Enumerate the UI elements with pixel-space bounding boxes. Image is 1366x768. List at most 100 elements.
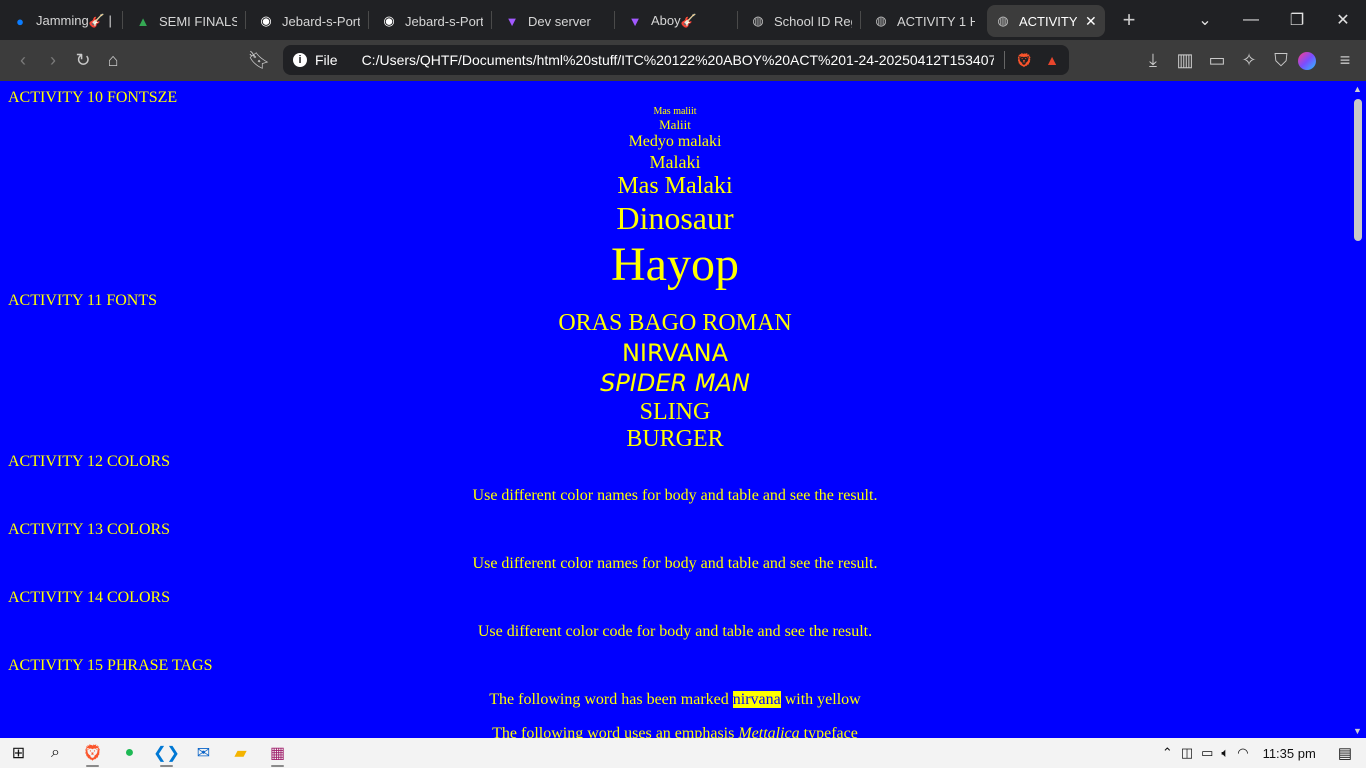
brave-icon[interactable]: 🦁︎ [74, 738, 111, 768]
close-window-button[interactable]: ✕ [1320, 10, 1366, 30]
camera-icon[interactable]: ◫ [1181, 745, 1193, 761]
sidebar-icon[interactable]: ▥ [1170, 50, 1200, 71]
em-word: Mettalica [738, 725, 800, 738]
tab-divider [737, 11, 738, 29]
messenger-icon: ● [16, 13, 24, 29]
spotify-icon[interactable]: ● [111, 738, 148, 768]
vpn-shield-icon[interactable]: ⛉ [1266, 50, 1296, 71]
tab-dev-server[interactable]: ▼ Dev server [496, 5, 614, 37]
info-icon[interactable]: i [293, 53, 307, 67]
forward-icon[interactable]: › [38, 50, 68, 71]
close-tab-icon[interactable]: ✕ [1085, 13, 1097, 30]
brave-rewards-icon[interactable]: ▲ [1045, 52, 1059, 68]
brave-shields-icon[interactable]: 🦁︎ [1015, 52, 1033, 69]
font-text-2: NIRVANA [621, 339, 729, 367]
marked-sentence: The following word has been marked nirva… [0, 691, 1350, 709]
page-content: ACTIVITY 10 FONTSZE Mas maliit Maliit Me… [0, 81, 1350, 738]
restore-button[interactable]: ❐ [1274, 10, 1320, 30]
reload-icon[interactable]: ↻ [68, 50, 98, 71]
scroll-up-icon[interactable]: ▲ [1353, 84, 1362, 94]
google-drive-icon: ▲ [136, 13, 150, 29]
globe-icon: ◍ [875, 13, 887, 28]
tab-label: Jebard-s-Portf [282, 13, 360, 29]
search-icon[interactable]: ⌕ [37, 738, 74, 768]
tab-strip: ● Jamming🎸 | ▲ SEMI FINALS ◉ Jebard-s-Po… [0, 0, 1366, 40]
tab-label: SEMI FINALS [159, 13, 237, 29]
font-text-3: SPIDER MAN [600, 369, 750, 397]
scrollbar-thumb[interactable] [1354, 99, 1362, 241]
download-icon[interactable]: ⤓ [1138, 50, 1168, 71]
marked-word: nirvana [732, 691, 781, 708]
tab-label: ACTIVITY 1 HE [897, 13, 975, 29]
minimize-button[interactable]: — [1228, 11, 1274, 29]
notification-icon[interactable]: ▤ [1338, 744, 1352, 762]
size-text-1: Mas maliit [653, 106, 697, 117]
tab-semi-finals[interactable]: ▲ SEMI FINALS [127, 5, 245, 37]
page-scrollbar[interactable]: ▲ ▼ [1350, 81, 1366, 738]
tab-divider [614, 11, 615, 29]
scroll-down-icon[interactable]: ▼ [1353, 726, 1362, 736]
tab-aboy[interactable]: ▼ Aboy🎸 [619, 5, 737, 37]
tab-search-chevron-icon[interactable]: ⌄ [1182, 10, 1228, 30]
vite-icon: ▼ [505, 13, 519, 29]
url-text[interactable]: C:/Users/QHTF/Documents/html%20stuff/ITC… [362, 52, 995, 68]
new-tab-button[interactable]: + [1113, 7, 1145, 33]
outlook-icon[interactable]: ✉ [185, 738, 222, 768]
tab-divider [245, 11, 246, 29]
winrar-icon[interactable]: ▦ [259, 738, 296, 768]
tab-activity-1[interactable]: ◍ ACTIVITY 1 HE [865, 5, 983, 37]
size-text-7: Hayop [611, 238, 739, 291]
tab-school-id[interactable]: ◍ School ID Reg [742, 5, 860, 37]
profile-avatar[interactable] [1298, 51, 1328, 70]
activity-12-text: Use different color names for body and t… [472, 487, 878, 504]
tab-label: Jamming🎸 | [36, 13, 112, 28]
file-explorer-icon[interactable]: ▰ [222, 738, 259, 768]
font-text-4: SLING [639, 399, 711, 425]
tab-divider [122, 11, 123, 29]
windows-taskbar: ⊞ ⌕ 🦁︎ ● ❮❯ ✉ ▰ ▦ ⌃ ◫ ▭ 🔈︎ ◠ 11:35 pm ▤ [0, 738, 1366, 768]
tab-github-2[interactable]: ◉ Jebard-s-Portf [373, 5, 491, 37]
menu-icon[interactable]: ≡ [1330, 50, 1360, 71]
size-text-5: Mas Malaki [617, 173, 733, 199]
size-text-4: Malaki [649, 152, 701, 172]
activity-14-heading: ACTIVITY 14 COLORS [8, 589, 171, 606]
emphasis-sentence: The following word uses an emphasis Mett… [0, 725, 1350, 738]
vscode-icon[interactable]: ❮❯ [148, 738, 185, 768]
tab-label: Dev server [528, 13, 591, 29]
wifi-icon[interactable]: ◠ [1237, 745, 1248, 761]
tab-divider [491, 11, 492, 29]
marked-after: with yellow [780, 691, 861, 708]
tab-label: Jebard-s-Portf [405, 13, 483, 29]
tab-label: School ID Reg [774, 13, 852, 29]
back-icon[interactable]: ‹ [8, 50, 38, 71]
font-text-1: ORAS BAGO ROMAN [558, 310, 792, 336]
windows-start-icon[interactable]: ⊞ [0, 738, 37, 768]
tab-github-1[interactable]: ◉ Jebard-s-Portf [250, 5, 368, 37]
tab-divider [368, 11, 369, 29]
tab-label: ACTIVITY [1019, 13, 1077, 29]
chevron-up-icon[interactable]: ⌃ [1162, 745, 1173, 761]
bookmark-icon[interactable]: 🔖︎ [244, 50, 274, 71]
leo-ai-icon[interactable]: ✧ [1234, 50, 1264, 71]
activity-13-heading: ACTIVITY 13 COLORS [8, 521, 171, 538]
system-tray: ⌃ ◫ ▭ 🔈︎ ◠ 11:35 pm ▤ [1158, 738, 1366, 768]
size-text-6: Dinosaur [616, 200, 734, 236]
clock-time[interactable]: 11:35 pm [1263, 746, 1316, 761]
wallet-icon[interactable]: ▭ [1202, 50, 1232, 71]
size-text-3: Medyo malaki [628, 133, 722, 150]
activity-12-heading: ACTIVITY 12 COLORS [8, 453, 171, 470]
file-scheme-label: File [315, 52, 338, 68]
marked-before: The following word has been marked [489, 691, 733, 708]
battery-icon[interactable]: ▭ [1201, 745, 1213, 761]
activity-11-heading: ACTIVITY 11 FONTS [8, 292, 158, 309]
volume-icon[interactable]: 🔈︎ [1221, 745, 1229, 761]
browser-toolbar: ‹ › ↻ ⌂ 🔖︎ i File C:/Users/QHTF/Document… [0, 40, 1366, 81]
activity-14-text: Use different color code for body and ta… [477, 623, 873, 640]
tab-messenger[interactable]: ● Jamming🎸 | [4, 5, 122, 37]
address-bar[interactable]: i File C:/Users/QHTF/Documents/html%20st… [283, 45, 1069, 75]
tab-divider [860, 11, 861, 29]
activity-13-text: Use different color names for body and t… [472, 555, 878, 572]
tab-activity-active[interactable]: ◍ ACTIVITY ✕ [987, 5, 1105, 37]
home-icon[interactable]: ⌂ [98, 50, 128, 71]
em-after: typeface [799, 725, 858, 738]
